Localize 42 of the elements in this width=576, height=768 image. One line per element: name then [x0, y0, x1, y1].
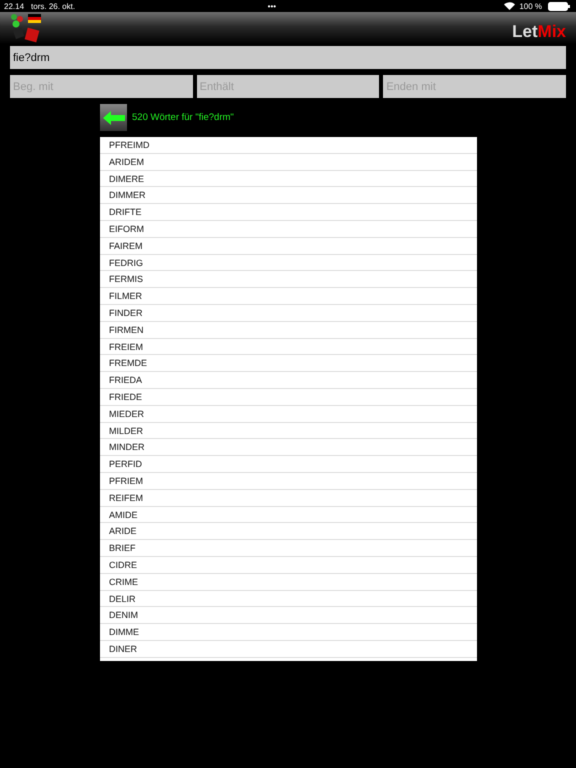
word-item[interactable]: DIMERE: [100, 170, 477, 188]
word-item[interactable]: PFREIMD: [100, 137, 477, 154]
word-item[interactable]: PFRIEM: [100, 472, 477, 490]
word-item[interactable]: FINDER: [100, 304, 477, 322]
battery-icon: [548, 2, 570, 10]
word-item[interactable]: AMIDE: [100, 506, 477, 524]
word-item[interactable]: FIRMEN: [100, 322, 477, 339]
word-item[interactable]: MIEDER: [100, 406, 477, 423]
word-item[interactable]: FREMDE: [100, 355, 477, 372]
status-date: tors. 26. okt.: [31, 2, 76, 10]
word-item[interactable]: FRIEDA: [100, 372, 477, 389]
word-item[interactable]: DINER: [100, 640, 477, 658]
word-item[interactable]: DIMME: [100, 624, 477, 641]
app-logo: LetMix: [512, 22, 566, 42]
word-item[interactable]: FREIEM: [100, 338, 477, 356]
word-item[interactable]: REIFEM: [100, 490, 477, 507]
dice-logo-icon: [10, 13, 42, 43]
back-button[interactable]: [100, 104, 127, 131]
word-item[interactable]: MILDER: [100, 422, 477, 440]
word-item[interactable]: BRIEF: [100, 540, 477, 557]
multitask-dots: •••: [268, 2, 278, 10]
word-item[interactable]: FRIEDE: [100, 388, 477, 406]
word-item[interactable]: EIFORM: [100, 220, 477, 238]
wifi-icon: [504, 2, 516, 10]
word-item[interactable]: PERFID: [100, 456, 477, 473]
status-time: 22.14: [4, 2, 24, 10]
word-item[interactable]: ARIDEM: [100, 154, 477, 171]
word-item[interactable]: FILMER: [100, 288, 477, 305]
word-item[interactable]: DELIR: [100, 590, 477, 608]
word-item[interactable]: FERMIS: [100, 271, 477, 288]
word-item[interactable]: DENIM: [100, 607, 477, 624]
word-item[interactable]: CIDRE: [100, 556, 477, 574]
word-item[interactable]: MINDER: [100, 439, 477, 456]
word-item[interactable]: FEDRIG: [100, 254, 477, 272]
word-item[interactable]: ARIDE: [100, 523, 477, 540]
result-count: 520 Wörter für "fie?drm": [132, 112, 234, 123]
search-field[interactable]: fie?drm: [10, 46, 566, 69]
word-item[interactable]: DIMMER: [100, 187, 477, 204]
word-item[interactable]: FAIREM: [100, 238, 477, 255]
word-item[interactable]: DRIFTE: [100, 204, 477, 221]
battery-percent: 100 %: [519, 2, 542, 10]
word-item[interactable]: CRIME: [100, 574, 477, 591]
